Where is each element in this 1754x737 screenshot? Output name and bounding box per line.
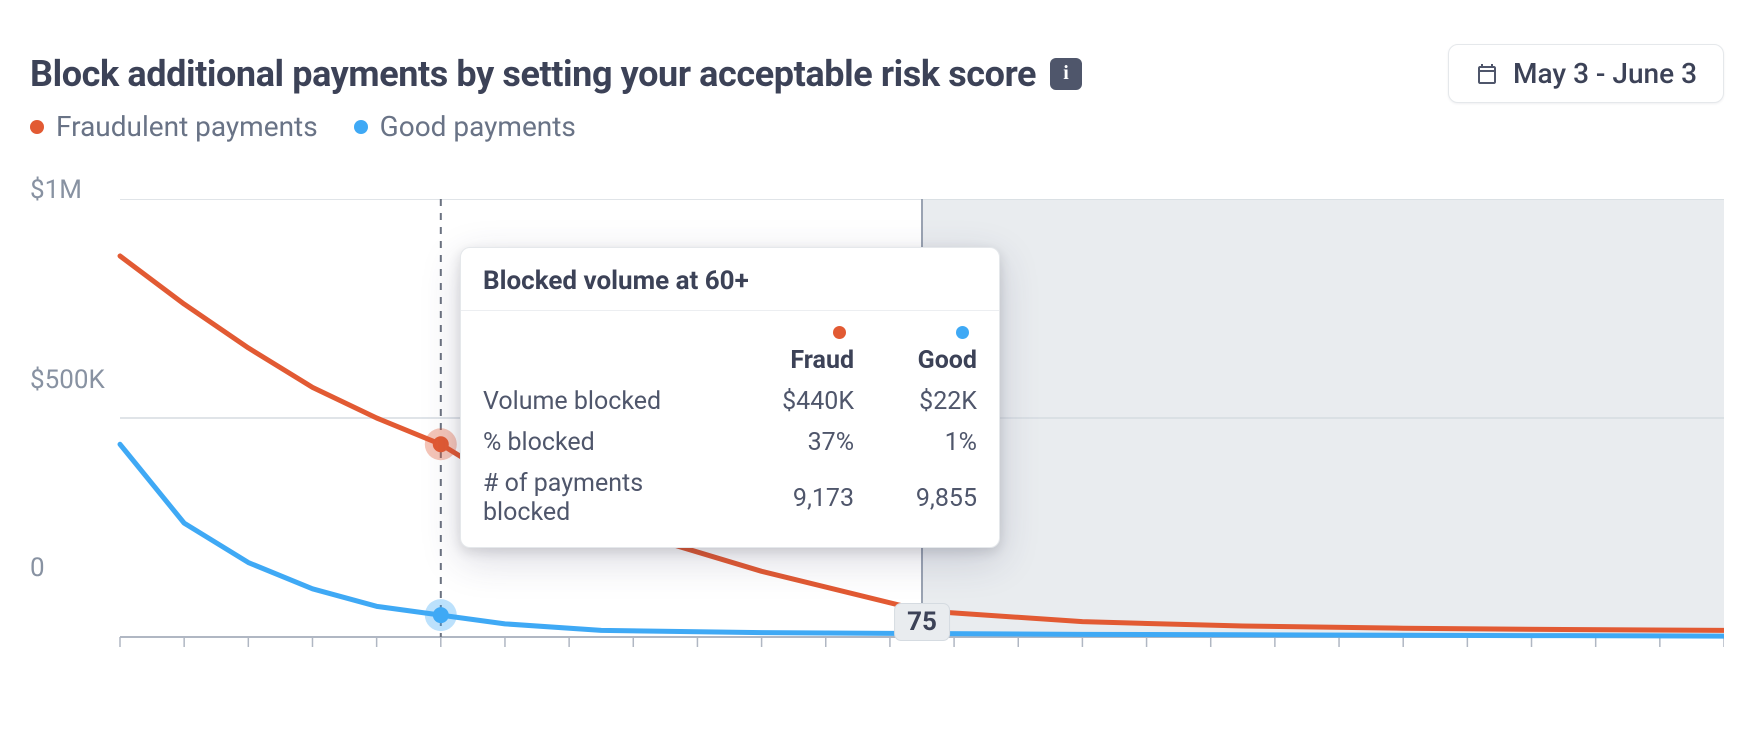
tooltip-row: Volume blocked$440K$22K	[461, 381, 999, 422]
legend-label-fraud: Fraudulent payments	[56, 110, 318, 143]
risk-slider-thumb[interactable]: 75	[894, 603, 950, 641]
legend-dot-good	[354, 120, 368, 134]
tooltip-row-fraud: 37%	[748, 422, 876, 463]
date-range-button[interactable]: May 3 - June 3	[1448, 44, 1724, 103]
tooltip-row-fraud: $440K	[748, 381, 876, 422]
tooltip-row-label: % blocked	[461, 422, 748, 463]
tooltip-row: % blocked37%1%	[461, 422, 999, 463]
hover-tooltip: Blocked volume at 60+ Fraud Good Volume …	[460, 247, 1000, 548]
tooltip-col-fraud: Fraud	[748, 311, 876, 381]
calendar-icon	[1475, 62, 1499, 86]
tooltip-col-good: Good	[876, 311, 999, 381]
tooltip-row-good: 9,855	[876, 463, 999, 533]
legend-item-fraud: Fraudulent payments	[30, 110, 318, 143]
tooltip-row-label: Volume blocked	[461, 381, 748, 422]
tooltip-title: Blocked volume at 60+	[461, 266, 999, 311]
legend-dot-fraud	[30, 120, 44, 134]
tooltip-row-good: 1%	[876, 422, 999, 463]
risk-chart[interactable]: $1M $500K 0 Blocked volume at 60+ Fraud …	[30, 175, 1724, 667]
legend-item-good: Good payments	[354, 110, 576, 143]
tooltip-row-good: $22K	[876, 381, 999, 422]
tooltip-row: # of payments blocked9,1739,855	[461, 463, 999, 533]
legend: Fraudulent payments Good payments	[30, 110, 576, 143]
legend-label-good: Good payments	[380, 110, 576, 143]
date-range-label: May 3 - June 3	[1513, 57, 1697, 90]
tooltip-row-label: # of payments blocked	[461, 463, 748, 533]
tooltip-row-fraud: 9,173	[748, 463, 876, 533]
page-title: Block additional payments by setting you…	[30, 53, 1036, 95]
info-icon[interactable]: i	[1050, 58, 1082, 90]
